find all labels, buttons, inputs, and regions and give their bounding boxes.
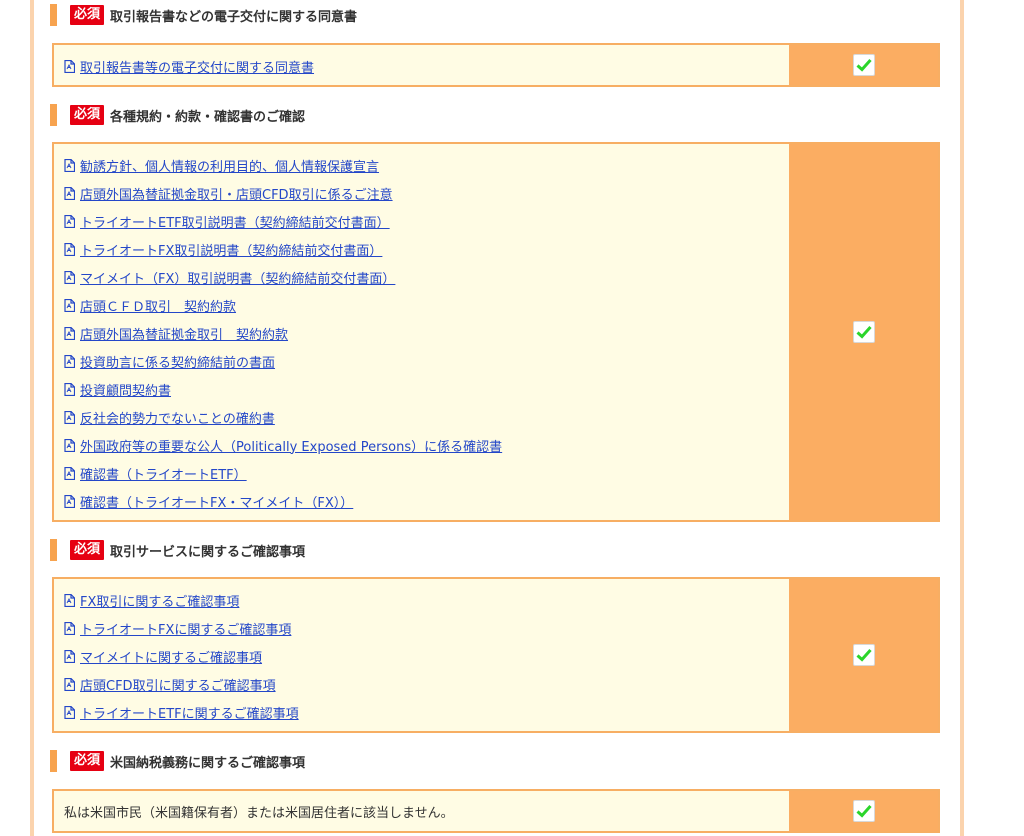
agreement-checkbox[interactable] [852,800,875,822]
document-link[interactable]: トライオートETFに関するご確認事項 [64,698,789,726]
document-link-label: FX取引に関するご確認事項 [80,594,240,610]
pdf-file-icon [64,214,75,228]
heading-accent-bar [50,539,57,561]
checkmark-icon [856,58,872,72]
pdf-file-icon [64,186,75,200]
checkmark-icon [856,325,872,339]
pdf-file-icon [64,466,75,480]
document-link[interactable]: 投資助言に係る契約締結前の書面 [64,347,789,375]
document-link[interactable]: トライオートETF取引説明書（契約締結前交付書面） [64,207,789,235]
required-badge: 必須 [70,5,105,25]
section-heading-e-delivery: 必須 取引報告書などの電子交付に関する同意書 [50,4,357,26]
document-link-label: トライオートFXに関するご確認事項 [80,622,292,638]
document-link[interactable]: 店頭外国為替証拠金取引・店頭CFD取引に係るご注意 [64,179,789,207]
agreement-checkbox[interactable] [852,321,875,343]
pdf-file-icon [64,677,75,691]
document-link[interactable]: マイメイトに関するご確認事項 [64,642,789,670]
pdf-file-icon [64,649,75,663]
document-list: FX取引に関するご確認事項 トライオートFXに関するご確認事項 マイメイトに関す… [54,579,789,731]
document-link-label: 確認書（トライオートETF） [80,467,247,483]
document-link[interactable]: 店頭ＣＦＤ取引 契約約款 [64,291,789,319]
heading-accent-bar [50,104,57,126]
document-link[interactable]: 取引報告書等の電子交付に関する同意書 [64,52,789,80]
document-list: 私は米国市民（米国籍保有者）または米国居住者に該当しません。 [54,791,789,831]
document-link[interactable]: トライオートFX取引説明書（契約締結前交付書面） [64,235,789,263]
pdf-file-icon [64,354,75,368]
document-box-terms: 勧誘方針、個人情報の利用目的、個人情報保護宣言 店頭外国為替証拠金取引・店頭CF… [52,142,940,522]
document-link-label: トライオートETF取引説明書（契約締結前交付書面） [80,215,390,231]
document-link-label: 店頭外国為替証拠金取引・店頭CFD取引に係るご注意 [80,187,393,203]
document-link-label: トライオートETFに関するご確認事項 [80,706,299,722]
document-link[interactable]: 外国政府等の重要な公人（Politically Exposed Persons）… [64,431,789,459]
section-title: 取引報告書などの電子交付に関する同意書 [110,9,358,25]
document-link-label: 店頭CFD取引に関するご確認事項 [80,678,276,694]
required-badge: 必須 [70,540,105,560]
document-link[interactable]: 店頭CFD取引に関するご確認事項 [64,670,789,698]
document-link[interactable]: 店頭外国為替証拠金取引 契約約款 [64,319,789,347]
document-link-label: 確認書（トライオートFX・マイメイト（FX）） [80,495,354,511]
document-link-label: 店頭ＣＦＤ取引 契約約款 [80,299,237,315]
document-list: 取引報告書等の電子交付に関する同意書 [54,45,789,85]
document-list: 勧誘方針、個人情報の利用目的、個人情報保護宣言 店頭外国為替証拠金取引・店頭CF… [54,144,789,520]
document-link-label: マイメイト（FX）取引説明書（契約締結前交付書面） [80,271,396,287]
document-link[interactable]: 投資顧問契約書 [64,375,789,403]
document-link-label: 店頭外国為替証拠金取引 契約約款 [80,327,289,343]
heading-accent-bar [50,4,57,26]
document-link[interactable]: FX取引に関するご確認事項 [64,586,789,614]
section-heading-terms: 必須 各種規約・約款・確認書のご確認 [50,104,305,126]
document-link-label: 取引報告書等の電子交付に関する同意書 [80,60,315,76]
document-link[interactable]: トライオートFXに関するご確認事項 [64,614,789,642]
checkmark-icon [856,804,872,818]
document-box-us-tax: 私は米国市民（米国籍保有者）または米国居住者に該当しません。 [52,789,940,833]
pdf-file-icon [64,494,75,508]
section-title: 各種規約・約款・確認書のご確認 [110,109,306,125]
document-link[interactable]: 確認書（トライオートETF） [64,459,789,487]
pdf-file-icon [64,438,75,452]
document-link[interactable]: マイメイト（FX）取引説明書（契約締結前交付書面） [64,263,789,291]
document-link[interactable]: 確認書（トライオートFX・マイメイト（FX）） [64,487,789,515]
agreement-checkbox[interactable] [852,54,875,76]
document-link-label: 投資助言に係る契約締結前の書面 [80,355,276,371]
document-link-label: 勧誘方針、個人情報の利用目的、個人情報保護宣言 [80,159,380,175]
pdf-file-icon [64,382,75,396]
pdf-file-icon [64,621,75,635]
document-box-trading-services: FX取引に関するご確認事項 トライオートFXに関するご確認事項 マイメイトに関す… [52,577,940,733]
section-heading-trading-services: 必須 取引サービスに関するご確認事項 [50,539,305,561]
required-badge: 必須 [70,751,105,771]
pdf-file-icon [64,705,75,719]
agreement-check-column [789,579,938,731]
heading-accent-bar [50,750,57,772]
document-box-e-delivery: 取引報告書等の電子交付に関する同意書 [52,43,940,87]
document-link-label: トライオートFX取引説明書（契約締結前交付書面） [80,243,383,259]
pdf-file-icon [64,59,75,73]
checkmark-icon [856,648,872,662]
pdf-file-icon [64,270,75,284]
section-heading-us-tax: 必須 米国納税義務に関するご確認事項 [50,750,305,772]
document-link[interactable]: 反社会的勢力でないことの確約書 [64,403,789,431]
document-link-label: マイメイトに関するご確認事項 [80,650,263,666]
pdf-file-icon [64,158,75,172]
document-link-label: 外国政府等の重要な公人（Politically Exposed Persons）… [80,439,503,455]
section-title: 米国納税義務に関するご確認事項 [110,755,306,771]
document-link-label: 反社会的勢力でないことの確約書 [80,411,275,427]
document-link[interactable]: 勧誘方針、個人情報の利用目的、個人情報保護宣言 [64,151,789,179]
us-tax-statement: 私は米国市民（米国籍保有者）または米国居住者に該当しません。 [64,805,454,821]
agreement-check-column [789,144,938,520]
agreement-check-column [789,791,938,831]
agreement-checkbox[interactable] [852,644,875,666]
pdf-file-icon [64,593,75,607]
pdf-file-icon [64,410,75,424]
pdf-file-icon [64,326,75,340]
agreement-check-column [789,45,938,85]
required-badge: 必須 [70,105,105,125]
document-link-label: 投資顧問契約書 [80,383,172,399]
section-title: 取引サービスに関するご確認事項 [110,544,306,560]
pdf-file-icon [64,298,75,312]
pdf-file-icon [64,242,75,256]
